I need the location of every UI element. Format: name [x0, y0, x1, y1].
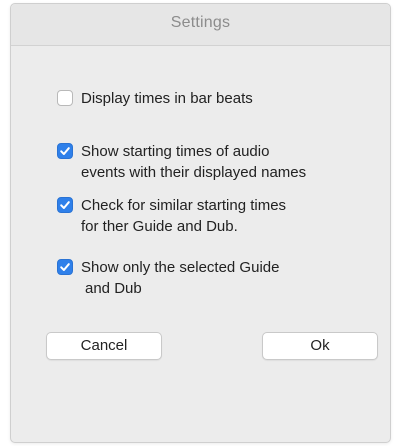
option-label-line: Show only the selected Guide — [81, 259, 280, 276]
check-similar-times-checkbox[interactable] — [57, 197, 73, 213]
option-check-similar-times[interactable]: Check for similar starting times for the… — [57, 195, 286, 237]
option-label-line: events with their displayed names — [81, 164, 307, 181]
option-label-line: and Dub — [85, 280, 142, 297]
option-label-line: Check for similar starting times — [81, 197, 287, 214]
title-bar[interactable]: Settings — [11, 4, 390, 46]
settings-dialog: Settings Display times in bar beats Show… — [10, 3, 391, 443]
option-label-line: Display times in bar beats — [81, 90, 253, 107]
dialog-title: Settings — [170, 14, 231, 31]
show-starting-times-checkbox[interactable] — [57, 143, 73, 159]
ok-button[interactable]: Ok — [262, 332, 378, 360]
checkmark-icon — [60, 201, 70, 209]
option-show-selected-guide-dub[interactable]: Show only the selected Guide and Dub — [57, 257, 279, 299]
display-times-checkbox[interactable] — [57, 90, 73, 106]
option-label: Show starting times of audio events with… — [81, 141, 306, 183]
cancel-button[interactable]: Cancel — [46, 332, 162, 360]
option-label: Show only the selected Guide and Dub — [81, 257, 279, 299]
option-label: Display times in bar beats — [81, 88, 253, 109]
checkmark-icon — [60, 147, 70, 155]
show-selected-guide-dub-checkbox[interactable] — [57, 259, 73, 275]
option-label-line: Show starting times of audio — [81, 143, 270, 160]
option-label: Check for similar starting times for the… — [81, 195, 286, 237]
option-display-times-bar-beats[interactable]: Display times in bar beats — [57, 88, 253, 109]
checkmark-icon — [60, 263, 70, 271]
option-show-starting-times[interactable]: Show starting times of audio events with… — [57, 141, 306, 183]
option-label-line: for ther Guide and Dub. — [81, 218, 238, 235]
